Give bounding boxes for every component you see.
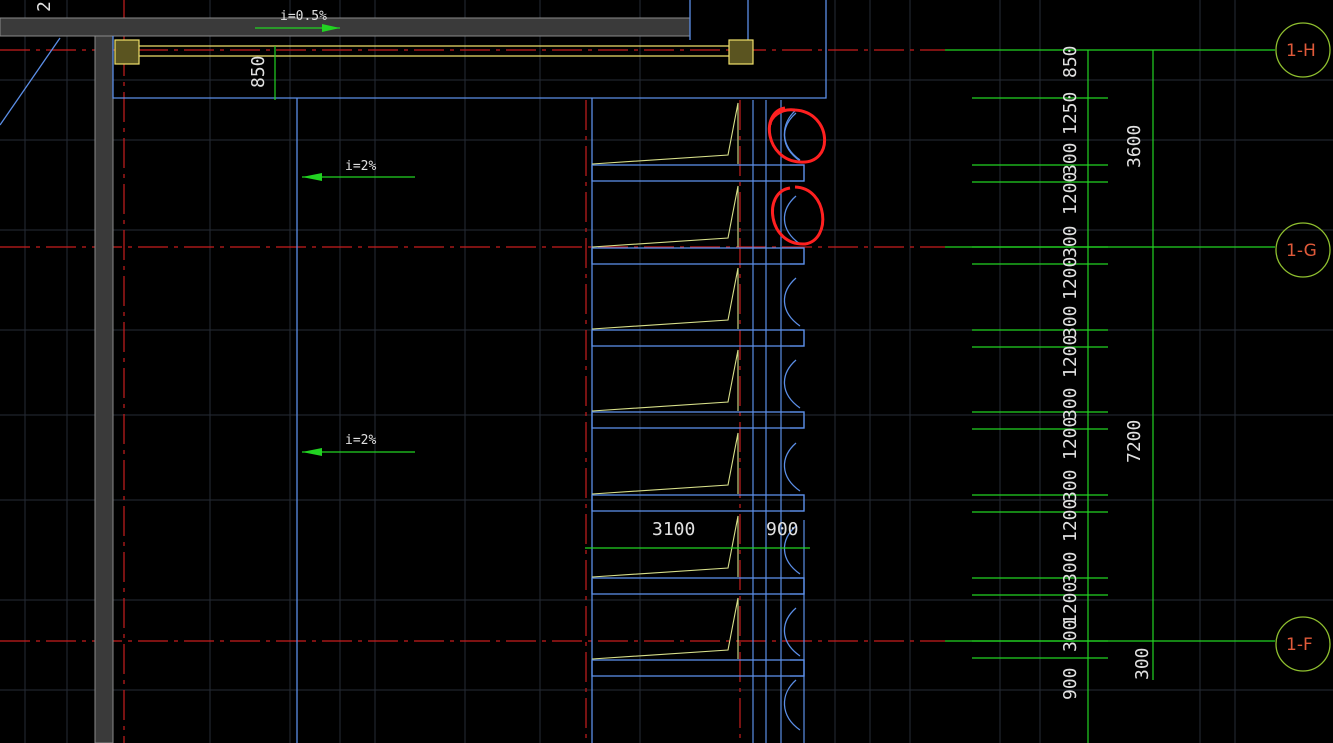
facade-fins (591, 102, 805, 731)
grid-label-1f: 1-F (1286, 635, 1313, 655)
fin-2 (591, 267, 805, 347)
right-dim-8: 300 (1060, 387, 1081, 420)
dim-300-overall: 300 (1132, 647, 1153, 680)
fin-arc-bottom (783, 679, 801, 731)
right-dimension-chain: 8501250300120030012003001200300120030012… (1060, 45, 1081, 700)
right-dim-13: 1200 (1060, 582, 1081, 625)
right-dim-3: 1200 (1060, 172, 1081, 215)
right-dim-6: 300 (1060, 305, 1081, 338)
right-dim-7: 1200 (1060, 335, 1081, 378)
grid-bubbles (1275, 22, 1331, 672)
right-dim-12: 300 (1060, 551, 1081, 584)
fin-3 (591, 349, 805, 429)
fin-4 (591, 432, 805, 512)
dim-3600: 3600 (1124, 125, 1145, 168)
cad-drawing-canvas[interactable]: 1-H 1-G 1-F i=0.5% i=2% i=2% 850 2 3100 … (0, 0, 1333, 743)
slope-label-top: i=0.5% (280, 9, 327, 24)
right-dim-2: 300 (1060, 142, 1081, 175)
slope-arrows (302, 24, 340, 456)
grid-label-1g: 1-G (1286, 241, 1317, 261)
dim-3100: 3100 (652, 519, 695, 540)
dim-850-left: 850 (248, 55, 269, 88)
right-dim-11: 1200 (1060, 499, 1081, 542)
fin-1 (591, 185, 805, 265)
slope-label-low: i=2% (345, 433, 376, 448)
right-dim-9: 1200 (1060, 417, 1081, 460)
right-dim-10: 300 (1060, 469, 1081, 502)
right-dim-14: 300 (1060, 619, 1081, 652)
right-dim-0: 850 (1060, 45, 1081, 78)
dim-7200: 7200 (1124, 420, 1145, 463)
dimension-lines (255, 27, 1275, 743)
annotation-marks (768, 106, 826, 246)
slope-label-mid: i=2% (345, 159, 376, 174)
right-dim-1: 1250 (1060, 92, 1081, 135)
right-dim-4: 300 (1060, 225, 1081, 258)
right-dim-5: 1200 (1060, 257, 1081, 300)
dim-900: 900 (766, 519, 799, 540)
fin-6 (591, 597, 805, 677)
top-beam (114, 39, 754, 65)
right-dim-15: 900 (1060, 667, 1081, 700)
background-grid-lines (0, 0, 1333, 743)
grid-label-1h: 1-H (1286, 41, 1316, 61)
dim-2-cut: 2 (34, 1, 55, 12)
